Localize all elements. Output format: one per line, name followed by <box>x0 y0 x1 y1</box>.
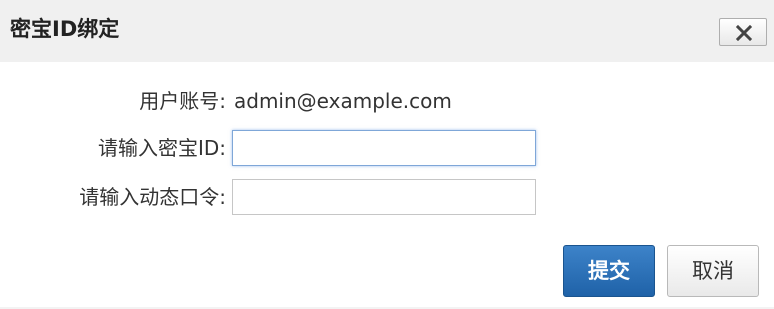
dialog-titlebar: 密宝ID绑定 <box>0 0 774 62</box>
dialog-title: 密宝ID绑定 <box>10 17 120 41</box>
token-bind-dialog: 密宝ID绑定 用户账号: admin@example.com 请输入密宝ID: … <box>0 0 774 309</box>
dynamic-code-row: 请输入动态口令: <box>0 179 774 215</box>
cancel-button[interactable]: 取消 <box>667 245 759 297</box>
token-id-input[interactable] <box>232 130 536 166</box>
submit-button[interactable]: 提交 <box>563 245 655 297</box>
account-row: 用户账号: admin@example.com <box>0 83 774 119</box>
account-value: admin@example.com <box>234 89 452 113</box>
close-button[interactable] <box>719 18 767 46</box>
token-id-row: 请输入密宝ID: <box>0 130 774 166</box>
account-label: 用户账号: <box>139 89 226 113</box>
dynamic-code-label: 请输入动态口令: <box>79 185 226 209</box>
close-icon <box>736 25 752 41</box>
dynamic-code-input[interactable] <box>232 179 536 215</box>
token-id-label: 请输入密宝ID: <box>97 136 226 160</box>
